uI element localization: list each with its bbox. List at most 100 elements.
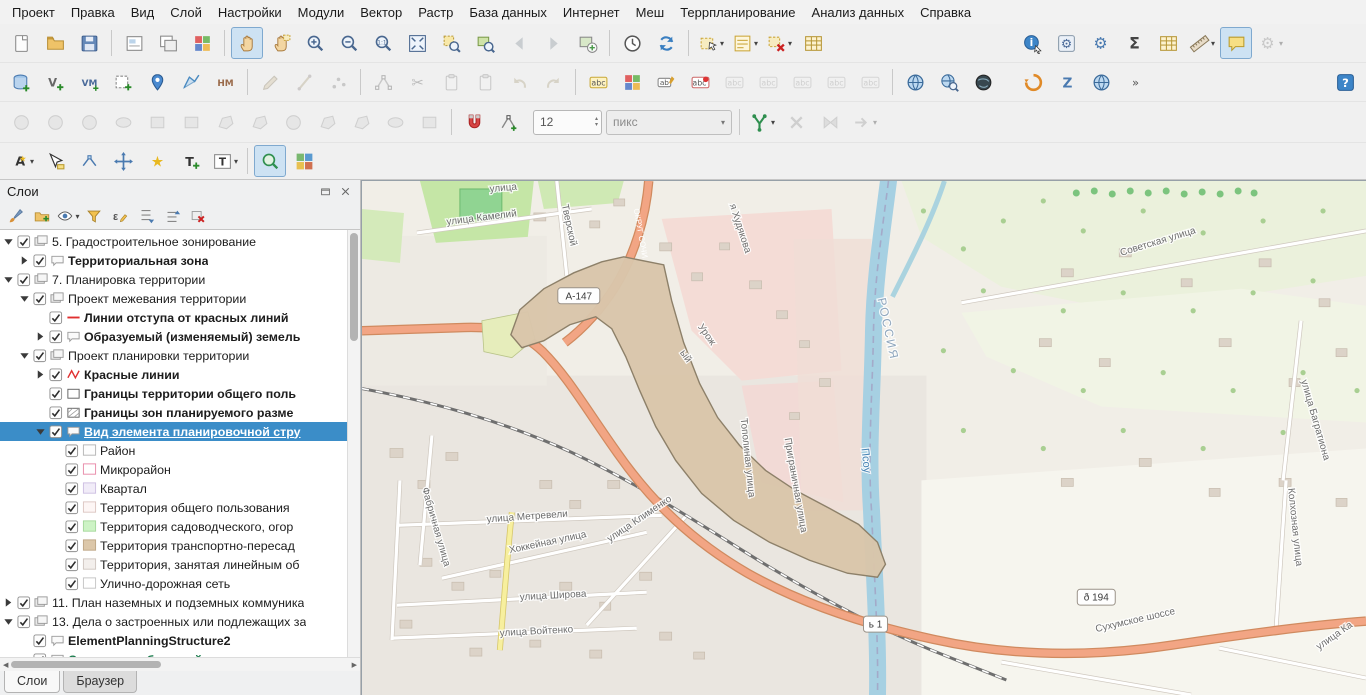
expand-arrow-icon[interactable] (35, 369, 46, 380)
close-panel-button[interactable] (337, 184, 353, 200)
layer-visibility-checkbox[interactable] (49, 387, 63, 401)
horizontal-scrollbar[interactable]: ◀ ▶ (0, 657, 360, 671)
collapse-all-button[interactable] (159, 203, 185, 229)
layer-labeling-options-button[interactable]: A★▾ (5, 145, 37, 177)
attribute-table-button[interactable] (1152, 27, 1184, 59)
layer-tree-row[interactable]: Линии отступа от красных линий (0, 308, 347, 327)
quickmapservices-button[interactable] (288, 145, 320, 177)
menu-item-layer[interactable]: Слой (162, 3, 210, 22)
new-virtual-layer-button[interactable]: VM (73, 66, 105, 98)
layer-tree-row[interactable]: 11. План наземных и подземных коммуника (0, 593, 347, 612)
layer-visibility-checkbox[interactable] (49, 311, 63, 325)
scroll-right-arrow-icon[interactable]: ▶ (352, 661, 357, 669)
layer-tree-row[interactable]: Вид элемента планировочной стру (0, 422, 347, 441)
scroll-left-arrow-icon[interactable]: ◀ (3, 661, 8, 669)
layer-tree-row[interactable]: Проект планировки территории (0, 346, 347, 365)
menu-item-database[interactable]: База данных (461, 3, 554, 22)
layer-tree-row[interactable]: Территория, занятая линейным об (0, 555, 347, 574)
highlight-pinned-labels-button[interactable]: abc (684, 66, 716, 98)
style-manager-button[interactable] (186, 27, 218, 59)
new-geopackage-layer-button[interactable] (5, 66, 37, 98)
menu-item-raster[interactable]: Растр (410, 3, 461, 22)
panel-tab-browser[interactable]: Браузер (63, 671, 137, 693)
layer-visibility-checkbox[interactable] (33, 292, 47, 306)
enable-tracing-button[interactable]: ▾ (746, 106, 778, 138)
map-view[interactable]: улица КамелийТверскойулицая ХудяковаУрож… (361, 180, 1366, 695)
collapse-arrow-icon[interactable] (3, 274, 14, 285)
new-mesh-layer-button[interactable] (175, 66, 207, 98)
layer-visibility-checkbox[interactable] (65, 520, 79, 534)
rotate-label-tool-button[interactable] (107, 145, 139, 177)
new-annotation-layer-button[interactable]: HM (209, 66, 241, 98)
layer-visibility-checkbox[interactable] (17, 273, 31, 287)
move-label-tool-button[interactable] (39, 145, 71, 177)
layer-visibility-checkbox[interactable] (49, 425, 63, 439)
text-annotation-button[interactable]: T▾ (209, 145, 241, 177)
collapse-arrow-icon[interactable] (35, 426, 46, 437)
layer-tree-row[interactable]: Квартал (0, 479, 347, 498)
menu-item-edit[interactable]: Правка (63, 3, 123, 22)
snap-units-combobox[interactable]: пикс▾ (606, 110, 732, 135)
layer-labeling-button[interactable]: abc (582, 66, 614, 98)
filter-by-expression-button[interactable]: ε (107, 203, 133, 229)
snap-tolerance-spinbox[interactable]: 12▴▾ (533, 110, 602, 135)
layer-visibility-checkbox[interactable] (49, 368, 63, 382)
layer-tree-row[interactable]: Улично-дорожная сеть (0, 574, 347, 593)
osm-place-search-button[interactable] (254, 145, 286, 177)
layer-tree-row[interactable]: Территория общего пользования (0, 498, 347, 517)
manage-map-themes-button[interactable]: ▾ (55, 203, 81, 229)
geocoder-search-button[interactable] (933, 66, 965, 98)
layer-visibility-checkbox[interactable] (65, 558, 79, 572)
expand-arrow-icon[interactable] (19, 255, 30, 266)
enable-snapping-button[interactable] (458, 106, 490, 138)
measure-line-button[interactable]: ▾ (1186, 27, 1218, 59)
menu-item-analysis[interactable]: Анализ данных (804, 3, 913, 22)
layer-visibility-checkbox[interactable] (33, 634, 47, 648)
collapse-arrow-icon[interactable] (3, 236, 14, 247)
zoom-to-layer-button[interactable] (469, 27, 501, 59)
layer-visibility-checkbox[interactable] (65, 577, 79, 591)
layout-manager-button[interactable] (152, 27, 184, 59)
collapse-arrow-icon[interactable] (19, 350, 30, 361)
layer-visibility-checkbox[interactable] (65, 463, 79, 477)
layer-visibility-checkbox[interactable] (17, 235, 31, 249)
layer-visibility-checkbox[interactable] (65, 482, 79, 496)
menu-item-help[interactable]: Справка (912, 3, 979, 22)
new-shapefile-layer-button[interactable]: V (39, 66, 71, 98)
layer-visibility-checkbox[interactable] (65, 501, 79, 515)
layer-tree-row[interactable]: Территория транспортно-пересад (0, 536, 347, 555)
layer-tree[interactable]: 5. Градостроительное зонированиеТерритор… (0, 230, 347, 657)
layer-tree-row[interactable]: Границы зон планируемого разме (0, 403, 347, 422)
identify-features-button[interactable]: i (1016, 27, 1048, 59)
new-temporary-layer-button[interactable] (107, 66, 139, 98)
new-map-view-button[interactable] (571, 27, 603, 59)
panel-tab-layers[interactable]: Слои (4, 671, 60, 693)
layer-styling-button[interactable] (3, 203, 29, 229)
change-label-properties-button[interactable] (73, 145, 105, 177)
layer-tree-row[interactable]: ElementPlanningStructure2 (0, 631, 347, 650)
layer-tree-row[interactable]: 13. Дела о застроенных или подлежащих за (0, 612, 347, 631)
menu-item-mesh[interactable]: Меш (628, 3, 673, 22)
menu-item-settings[interactable]: Настройки (210, 3, 290, 22)
layer-tree-row[interactable]: Образуемый (изменяемый) земель (0, 327, 347, 346)
select-features-button[interactable]: ▾ (695, 27, 727, 59)
new-project-button[interactable] (5, 27, 37, 59)
new-print-layout-button[interactable] (118, 27, 150, 59)
deselect-all-button[interactable]: ▾ (763, 27, 795, 59)
vertical-scrollbar[interactable] (347, 230, 360, 657)
collapse-arrow-icon[interactable] (3, 616, 14, 627)
map-canvas[interactable]: улица КамелийТверскойулицая ХудяковаУрож… (362, 181, 1366, 695)
layer-tree-row[interactable]: Территориальная зона (0, 251, 347, 270)
layer-tree-row[interactable]: Границы территории общего поль (0, 384, 347, 403)
refresh-map-button[interactable] (650, 27, 682, 59)
pin-labels-button[interactable]: ab (650, 66, 682, 98)
layer-visibility-checkbox[interactable] (49, 330, 63, 344)
expand-arrow-icon[interactable] (35, 331, 46, 342)
expand-all-button[interactable] (133, 203, 159, 229)
expand-arrow-icon[interactable] (3, 597, 14, 608)
snapping-on-intersection-button[interactable] (492, 106, 524, 138)
layer-visibility-checkbox[interactable] (17, 596, 31, 610)
pan-to-selection-button[interactable] (265, 27, 297, 59)
zoom-out-button[interactable] (333, 27, 365, 59)
layer-tree-row[interactable]: Территория садоводческого, огор (0, 517, 347, 536)
